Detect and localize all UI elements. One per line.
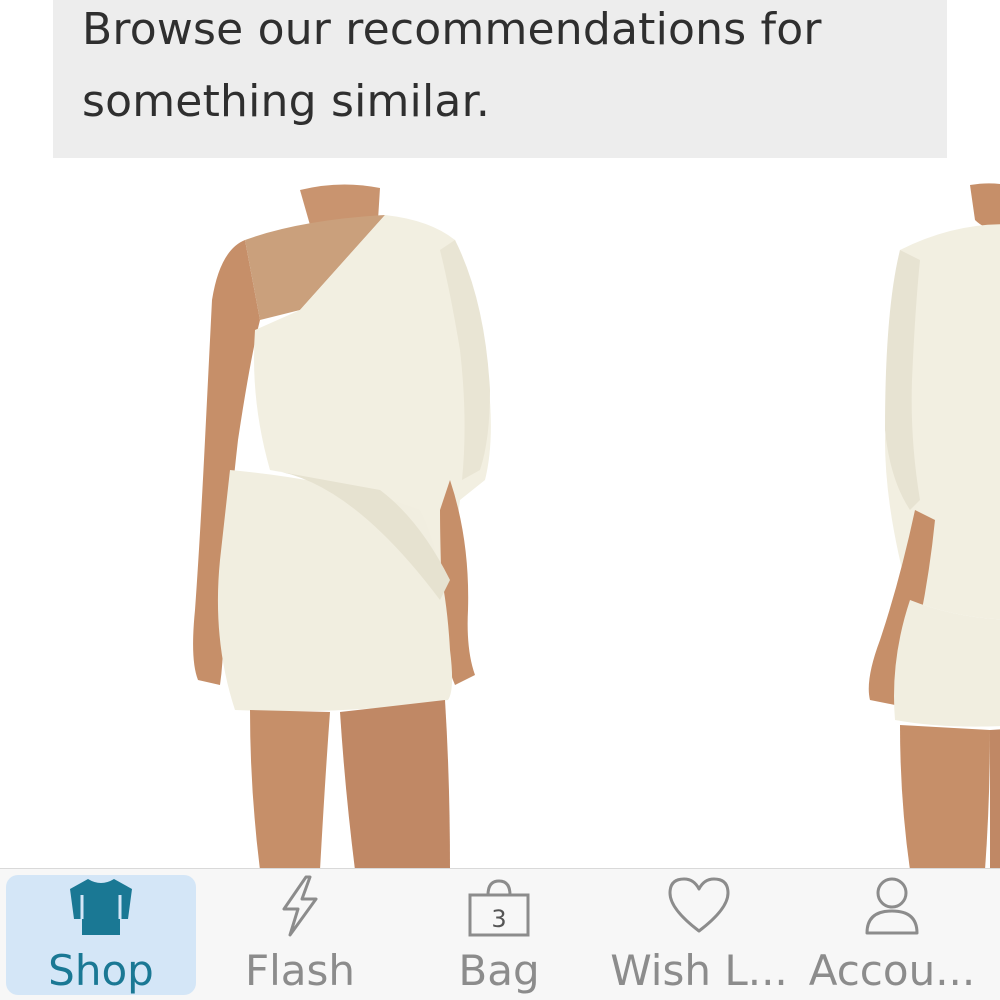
tab-bag[interactable]: 3 Bag [404, 875, 594, 995]
bag-icon: 3 [404, 875, 594, 941]
product-image-1[interactable] [150, 180, 550, 870]
tab-label: Shop [48, 946, 154, 995]
bag-count-badge: 3 [491, 905, 507, 933]
product-image-2[interactable] [840, 180, 1000, 870]
lightning-icon [205, 875, 395, 941]
tab-wish-list[interactable]: Wish L... [604, 875, 794, 995]
tab-shop[interactable]: Shop [6, 875, 196, 995]
app-screen: Browse our recommendations for something… [0, 0, 1000, 1000]
tab-label: Bag [458, 946, 540, 995]
tab-account[interactable]: Accou... [797, 875, 987, 995]
tab-label: Wish L... [610, 946, 788, 995]
tab-label: Flash [244, 946, 356, 995]
tab-flash[interactable]: Flash [205, 875, 395, 995]
tab-label: Accou... [808, 946, 976, 995]
recommendation-notice: Browse our recommendations for something… [53, 0, 947, 158]
recommendation-carousel[interactable] [0, 180, 1000, 870]
shirt-icon [6, 875, 196, 941]
notice-line-1: Browse our recommendations for [82, 4, 822, 55]
person-icon [797, 875, 987, 941]
bottom-tab-bar: Shop Flash 3 Bag Wish L... Accou... [0, 868, 1000, 1000]
heart-icon [604, 875, 794, 941]
notice-line-2: something similar. [82, 76, 491, 127]
